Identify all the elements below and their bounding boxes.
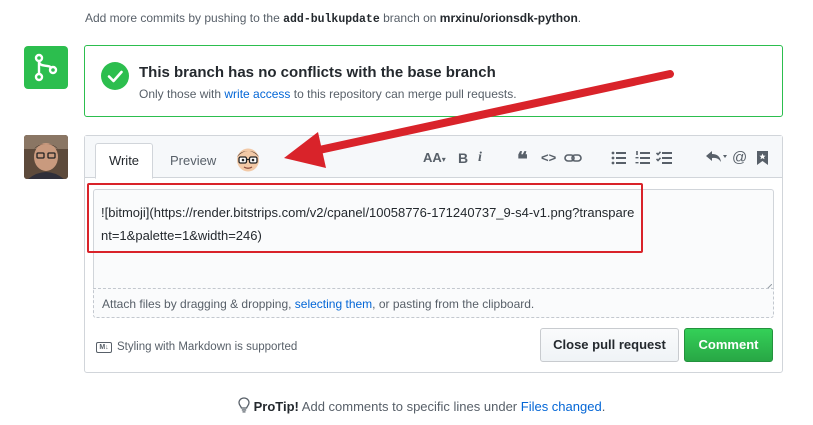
files-changed-link[interactable]: Files changed (521, 399, 602, 414)
bitmoji-icon[interactable] (234, 145, 262, 173)
markdown-help-link[interactable]: Styling with Markdown is supported (117, 341, 297, 353)
branch-name: add-bulkupdate (283, 13, 380, 26)
comment-button[interactable]: Comment (684, 328, 773, 362)
attach-prefix: Attach files by dragging & dropping, (102, 297, 292, 311)
attach-suffix: , or pasting from the clipboard. (372, 297, 535, 311)
hint-prefix: Add more commits by pushing to the (85, 11, 280, 25)
push-hint: Add more commits by pushing to the add-b… (85, 11, 581, 26)
select-files-link[interactable]: selecting them (295, 297, 372, 311)
file-drop-text: Attach files by dragging & dropping, sel… (102, 297, 534, 311)
reply-icon[interactable] (705, 150, 727, 167)
annotation-arrow-icon (284, 70, 674, 168)
tab-write[interactable]: Write (95, 143, 153, 179)
protip-label: ProTip! (253, 399, 299, 414)
merge-desc-prefix: Only those with (139, 87, 222, 101)
highlight-box-annotation (87, 183, 643, 253)
close-pull-request-button[interactable]: Close pull request (540, 328, 679, 362)
git-merge-icon (24, 46, 68, 89)
repo-name: mrxinu/orionsdk-python (439, 11, 578, 25)
protip-suffix: . (601, 399, 606, 414)
hint-suffix: . (577, 11, 582, 25)
protip-text: Add comments to specific lines under (301, 399, 518, 414)
avatar[interactable] (24, 135, 68, 179)
mention-icon[interactable]: @ (732, 149, 747, 166)
tab-preview[interactable]: Preview (170, 153, 216, 168)
protip: ProTip! Add comments to specific lines u… (238, 397, 605, 416)
hint-middle: branch on (383, 11, 437, 25)
resize-handle[interactable] (763, 279, 773, 293)
lightbulb-icon (238, 397, 250, 416)
markdown-icon: M↓ (96, 342, 112, 353)
bookmark-icon[interactable] (757, 151, 768, 168)
check-icon (101, 62, 129, 90)
